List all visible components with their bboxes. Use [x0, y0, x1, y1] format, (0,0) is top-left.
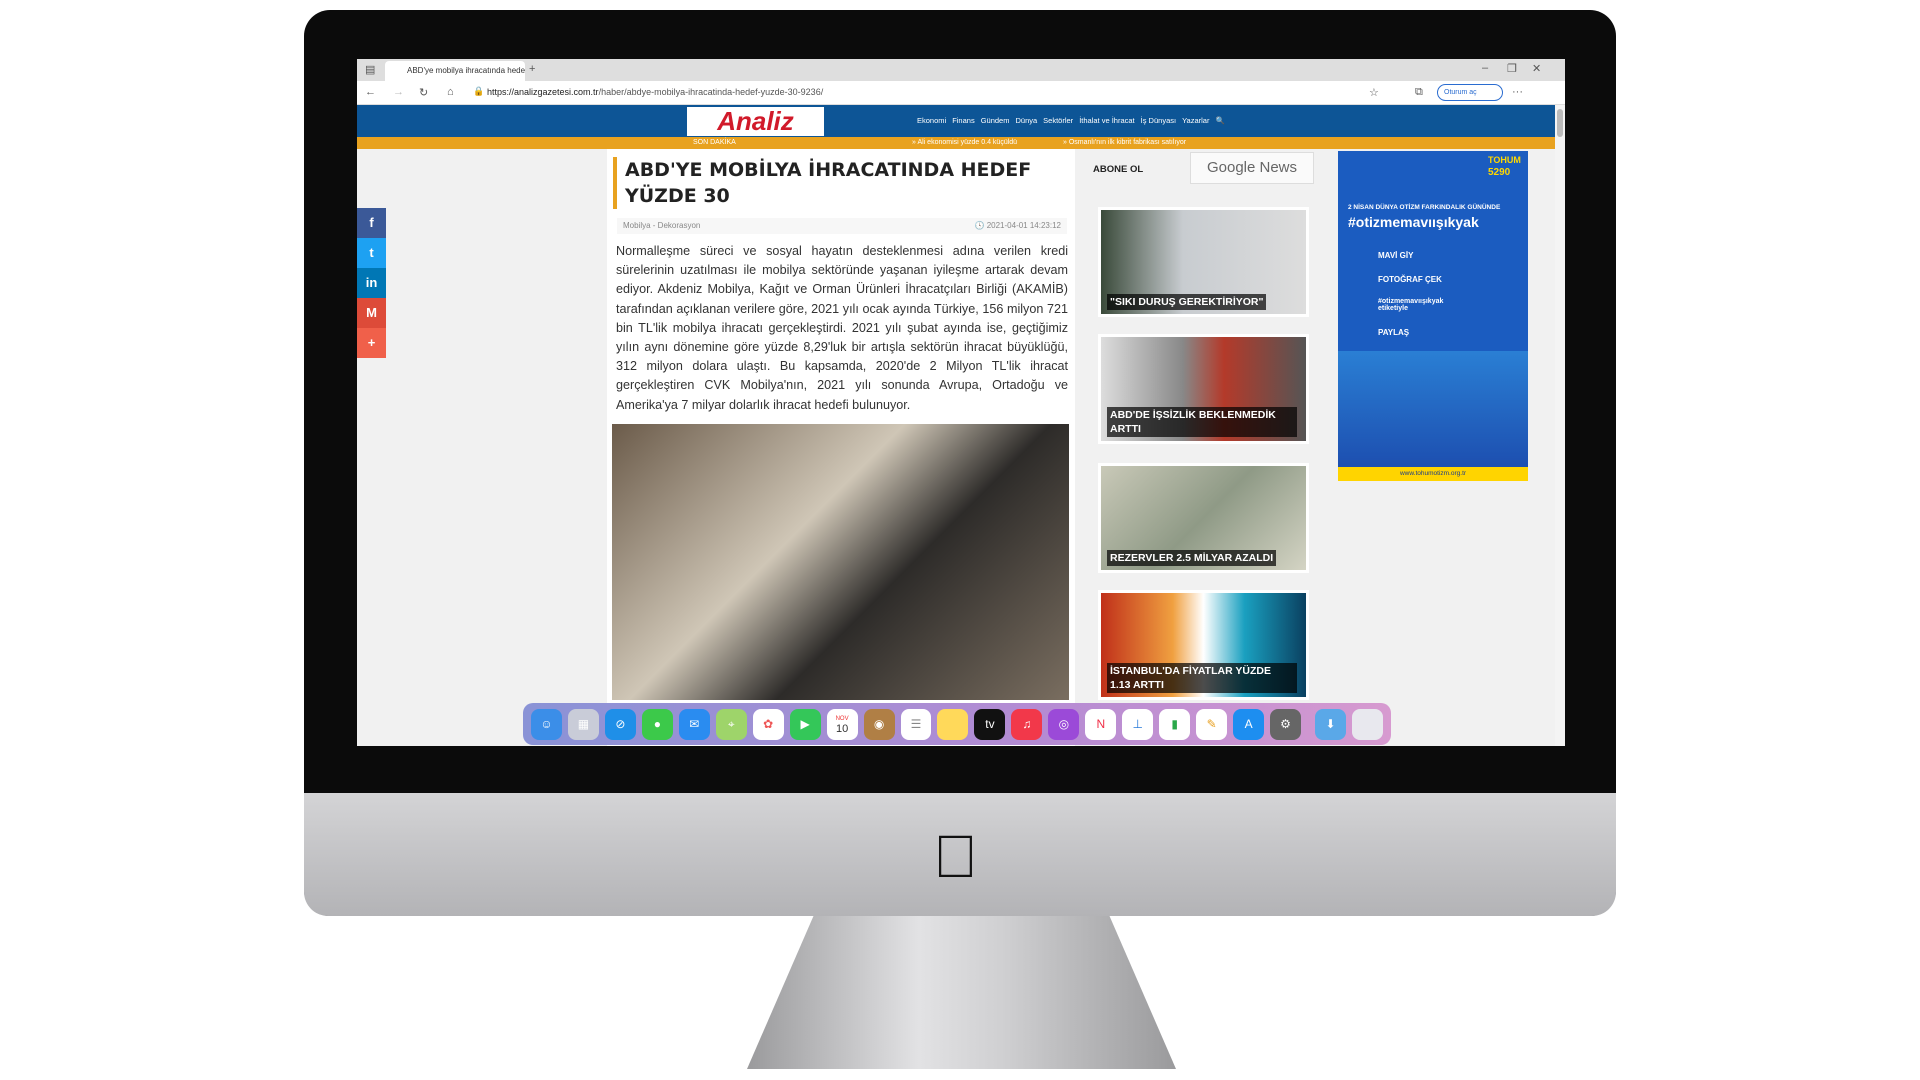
close-window-icon[interactable]: ✕ — [1532, 62, 1541, 75]
news-card[interactable]: ABD'DE İŞSİZLİK BEKLENMEDİK ARTTI — [1098, 334, 1309, 444]
tab-bar: ▤ ABD'ye mobilya ihracatında hedef + – ❐… — [357, 59, 1565, 81]
social-share-bar: f t in M + — [357, 208, 386, 358]
lock-icon: 🔒 — [473, 86, 485, 96]
nav-item[interactable]: Gündem — [981, 116, 1010, 125]
ad-step: PAYLAŞ — [1378, 328, 1410, 337]
ad-illustration — [1338, 351, 1528, 467]
article-title: ABD'YE MOBİLYA İHRACATINDA HEDEF YÜZDE 3… — [613, 157, 1069, 209]
launchpad-icon[interactable]: ▦ — [567, 708, 599, 740]
article-meta: Mobilya - Dekorasyon 🕓 2021-04-01 14:23:… — [617, 218, 1067, 234]
news-card-title: ABD'DE İŞSİZLİK BEKLENMEDİK ARTTI — [1107, 407, 1297, 437]
pages-icon[interactable]: ✎ — [1196, 708, 1228, 740]
downloads-folder-icon[interactable]: ⬇ — [1315, 708, 1346, 740]
keynote-icon[interactable]: ⊥ — [1122, 708, 1154, 740]
macos-dock: ☺ ▦ ⊘ ● ✉ ⌖ ✿ ▶ NOV 10 ◉ ☰ tv ♫ ◎ N ⊥ ▮ ✎… — [523, 703, 1391, 745]
finder-icon[interactable]: ☺ — [531, 708, 562, 740]
ad-sms: 5290 — [1488, 167, 1511, 178]
facebook-share-button[interactable]: f — [357, 208, 386, 238]
podcasts-icon[interactable]: ◎ — [1048, 708, 1080, 740]
site-header: Analiz Ekonomi Finans Gündem Dünya Sektö… — [357, 105, 1555, 137]
ad-step: #otizmemavıışıkyak etiketiyle — [1378, 298, 1444, 312]
home-icon[interactable]: ⌂ — [447, 86, 454, 98]
mail-icon[interactable]: ✉ — [678, 708, 710, 740]
messages-icon[interactable]: ● — [641, 708, 673, 740]
ad-banner[interactable]: TOHUM 5290 2 NİSAN DÜNYA OTİZM FARKINDAL… — [1338, 151, 1528, 481]
nav-item[interactable]: Finans — [952, 116, 975, 125]
notes-icon[interactable] — [937, 708, 969, 740]
twitter-share-button[interactable]: t — [357, 238, 386, 268]
ad-step: FOTOĞRAF ÇEK — [1378, 275, 1442, 284]
nav-item[interactable]: Sektörler — [1043, 116, 1073, 125]
url-input[interactable]: https://analizgazetesi.com.tr/haber/abdy… — [487, 87, 823, 97]
tv-icon[interactable]: tv — [974, 708, 1006, 740]
tab-active[interactable]: ABD'ye mobilya ihracatında hedef — [385, 61, 525, 81]
system-preferences-icon[interactable]: ⚙ — [1270, 708, 1302, 740]
gmail-share-button[interactable]: M — [357, 298, 386, 328]
nav-item[interactable]: İthalat ve İhracat — [1079, 116, 1134, 125]
ad-date-line: 2 NİSAN DÜNYA OTİZM FARKINDALIK GÜNÜNDE — [1348, 204, 1501, 211]
profile-button[interactable]: Oturum aç — [1437, 84, 1503, 101]
favorites-icon[interactable]: ☆ — [1369, 86, 1379, 99]
news-card[interactable]: İSTANBUL'DA FİYATLAR YÜZDE 1.13 ARTTI — [1098, 590, 1309, 700]
ad-brand: TOHUM — [1488, 155, 1521, 165]
search-icon[interactable]: 🔍 — [1215, 116, 1224, 125]
new-tab-icon[interactable]: + — [529, 63, 535, 75]
site-nav: Ekonomi Finans Gündem Dünya Sektörler İt… — [917, 116, 1225, 125]
numbers-icon[interactable]: ▮ — [1159, 708, 1191, 740]
reminders-icon[interactable]: ☰ — [900, 708, 932, 740]
address-bar-row: ← → ↻ ⌂ 🔒 https://analizgazetesi.com.tr/… — [357, 81, 1565, 105]
nav-item[interactable]: Dünya — [1015, 116, 1037, 125]
ad-step: MAVİ GİY — [1378, 251, 1414, 260]
ad-site: www.tohumotizm.org.tr — [1338, 467, 1528, 481]
subscribe-label: ABONE OL — [1093, 164, 1144, 175]
nav-item[interactable]: Ekonomi — [917, 116, 946, 125]
article-category[interactable]: Mobilya - Dekorasyon — [623, 221, 700, 230]
site-logo[interactable]: Analiz — [687, 107, 824, 136]
news-card-title: REZERVLER 2.5 MİLYAR AZALDI — [1107, 550, 1277, 566]
apple-logo-icon:  — [933, 822, 978, 891]
article-photo — [612, 424, 1069, 700]
google-news-button[interactable]: Google News — [1190, 152, 1314, 184]
ticker-item[interactable]: » Osmanlı'nın ilk kibrit fabrikası satıl… — [1063, 139, 1186, 146]
article-body: Normalleşme süreci ve sosyal hayatın des… — [616, 244, 1068, 412]
music-icon[interactable]: ♫ — [1011, 708, 1043, 740]
app-store-icon[interactable]: A — [1233, 708, 1265, 740]
minimize-icon[interactable]: – — [1482, 62, 1488, 74]
news-card[interactable]: REZERVLER 2.5 MİLYAR AZALDI — [1098, 463, 1309, 573]
contacts-icon[interactable]: ◉ — [863, 708, 895, 740]
news-icon[interactable]: N — [1085, 708, 1117, 740]
article-date: 2021-04-01 14:23:12 — [986, 221, 1061, 230]
reload-icon[interactable]: ↻ — [419, 86, 428, 99]
tab-actions-icon[interactable]: ▤ — [365, 63, 375, 76]
ticker-label: SON DAKİKA — [693, 139, 736, 146]
nav-item[interactable]: Yazarlar — [1182, 116, 1209, 125]
tab-title: ABD'ye mobilya ihracatında hedef — [407, 66, 525, 75]
ad-hashtag: #otizmemavıışıkyak — [1348, 214, 1479, 230]
page-scrollbar[interactable] — [1555, 105, 1565, 746]
nav-item[interactable]: İş Dünyası — [1141, 116, 1176, 125]
calendar-icon[interactable]: NOV 10 — [826, 708, 858, 740]
breaking-news-bar: SON DAKİKA » Ali ekonomisi yüzde 0.4 küç… — [357, 137, 1555, 149]
more-icon[interactable]: ··· — [1512, 86, 1523, 98]
back-icon[interactable]: ← — [365, 86, 376, 98]
imac-stand — [747, 916, 1176, 1069]
screen: ▤ ABD'ye mobilya ihracatında hedef + – ❐… — [357, 59, 1565, 746]
news-card-title: İSTANBUL'DA FİYATLAR YÜZDE 1.13 ARTTI — [1107, 663, 1297, 693]
news-card-title: "SIKI DURUŞ GEREKTİRİYOR" — [1107, 294, 1267, 310]
maximize-icon[interactable]: ❐ — [1507, 62, 1517, 75]
forward-icon[interactable]: → — [393, 86, 404, 98]
photos-icon[interactable]: ✿ — [752, 708, 784, 740]
news-card[interactable]: "SIKI DURUŞ GEREKTİRİYOR" — [1098, 207, 1309, 317]
linkedin-share-button[interactable]: in — [357, 268, 386, 298]
article: ABD'YE MOBİLYA İHRACATINDA HEDEF YÜZDE 3… — [607, 149, 1075, 746]
facetime-icon[interactable]: ▶ — [789, 708, 821, 740]
ticker-item[interactable]: » Ali ekonomisi yüzde 0.4 küçüldü — [912, 139, 1017, 146]
maps-icon[interactable]: ⌖ — [715, 708, 747, 740]
safari-icon[interactable]: ⊘ — [604, 708, 636, 740]
more-share-button[interactable]: + — [357, 328, 386, 358]
clock-icon: 🕓 — [974, 221, 987, 230]
trash-icon[interactable] — [1351, 708, 1383, 740]
collections-icon[interactable]: ⧉ — [1415, 86, 1423, 99]
